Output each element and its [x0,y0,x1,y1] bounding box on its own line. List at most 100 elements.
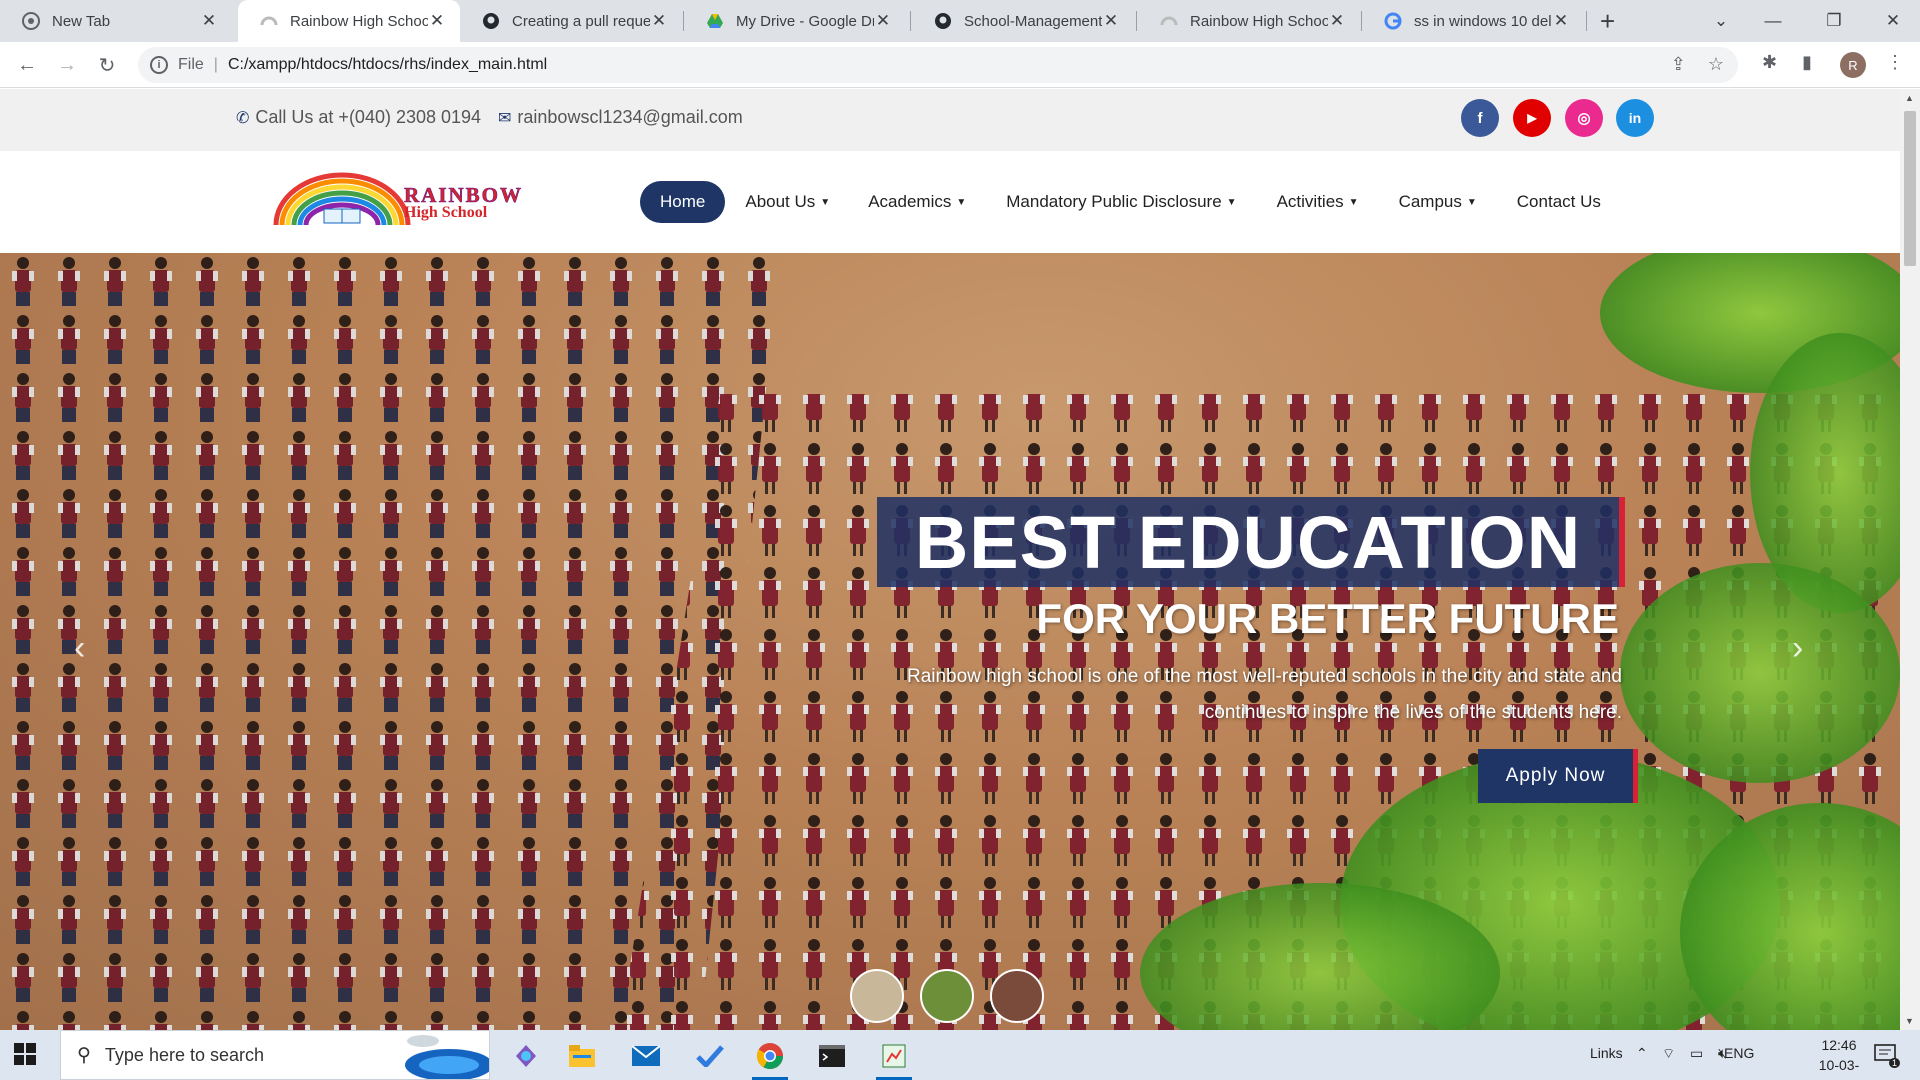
github-icon [482,12,500,30]
todo-icon[interactable] [688,1038,732,1074]
back-icon[interactable]: ← [12,50,42,80]
side-panel-icon[interactable]: ▮ [1802,52,1812,73]
extensions-icon[interactable]: ✱ [1762,52,1777,73]
minimize-button[interactable]: — [1742,0,1804,42]
tab-title: Rainbow High School [290,12,428,30]
scroll-down-icon[interactable]: ▼ [1905,1016,1914,1026]
menu-label: Academics [868,192,952,211]
search-highlight-image [405,1035,489,1079]
close-tab-icon[interactable]: ✕ [874,11,892,31]
phone-icon: ✆ [236,109,250,127]
envelope-icon: ✉ [498,109,512,127]
language-indicator[interactable]: ENG [1724,1045,1754,1061]
menu-academics[interactable]: Academics ▼ [850,181,986,223]
mail-icon[interactable] [624,1038,668,1074]
forward-icon[interactable]: → [52,50,82,80]
menu-activities[interactable]: Activities ▼ [1257,181,1379,223]
browser-tab[interactable]: New Tab ✕ [0,0,232,42]
menu-about-us[interactable]: About Us ▼ [725,181,850,223]
address-bar[interactable]: i File | C:/xampp/htdocs/htdocs/rhs/inde… [138,47,1738,83]
chevron-down-icon: ▼ [956,196,967,208]
taskbar-clock[interactable]: 12:46 10-03-2023 [1812,1035,1866,1080]
phone-text: Call Us at +(040) 2308 0194 [255,107,482,127]
github-icon [934,12,952,30]
youtube-icon[interactable]: ▶ [1513,99,1551,137]
menu-public-disclosure[interactable]: Mandatory Public Disclosure ▼ [986,181,1256,223]
chevron-down-icon: ▼ [1226,196,1237,208]
scroll-up-icon[interactable]: ▲ [1905,93,1914,103]
xampp-icon[interactable] [872,1038,916,1080]
omnibox-actions: ⇪ ☆ [1671,54,1724,75]
close-tab-icon[interactable]: ✕ [1102,11,1120,31]
windows-start-icon[interactable] [14,1043,36,1070]
copilot-icon[interactable] [504,1038,548,1074]
menu-campus[interactable]: Campus ▼ [1379,181,1497,223]
notification-center-icon[interactable]: 1 [1874,1044,1900,1068]
close-tab-icon[interactable]: ✕ [650,11,668,31]
bookmark-star-icon[interactable]: ☆ [1708,54,1724,75]
search-icon: ⚲ [77,1044,91,1066]
menu-kebab-icon[interactable]: ⋮ [1886,52,1904,73]
tab-title: School-Management [964,12,1102,30]
tray-overflow-icon[interactable]: ⌃ [1636,1045,1648,1062]
menu-label: Contact Us [1516,192,1601,211]
google-drive-icon [706,12,724,30]
search-placeholder: Type here to search [104,1044,265,1065]
close-tab-icon[interactable]: ✕ [200,11,218,31]
tab-title: ss in windows 10 dell [1414,12,1552,30]
browser-tab[interactable]: My Drive - Google Drive ✕ [684,0,906,42]
browser-tab-active[interactable]: Rainbow High School ✕ [238,0,460,42]
browser-tab[interactable]: School-Management ✕ [912,0,1134,42]
menu-label: About Us [745,192,816,211]
file-explorer-icon[interactable] [560,1038,604,1074]
browser-tab[interactable]: Rainbow High School ✕ [1138,0,1360,42]
menu-label: Mandatory Public Disclosure [1006,192,1222,211]
url-scheme: File [178,56,204,73]
menu-home[interactable]: Home [640,181,726,223]
tab-title: My Drive - Google Drive [736,12,874,30]
chevron-down-icon: ▼ [1348,196,1359,208]
phone-contact[interactable]: ✆ Call Us at +(040) 2308 0194 [236,107,481,128]
apply-now-button[interactable]: Apply Now [1478,749,1638,803]
page-scrollbar[interactable]: ▲ ▼ [1900,89,1920,1030]
menu-contact-us[interactable]: Contact Us [1497,181,1621,223]
restore-button[interactable]: ❐ [1803,0,1865,42]
carousel-next-icon[interactable]: › [1792,629,1803,668]
taskbar-search-box[interactable]: ⚲ Type here to search [60,1030,490,1080]
url-divider: | [213,56,218,73]
tab-title: Creating a pull request [512,12,650,30]
scrollbar-thumb[interactable] [1904,111,1916,266]
hero-description-line: Rainbow high school is one of the most w… [906,666,1622,687]
close-tab-icon[interactable]: ✕ [428,11,446,31]
wifi-icon[interactable]: ⌔ [1662,1045,1675,1063]
info-icon[interactable]: i [150,56,168,74]
site-navbar: RAINBOW High School Home About Us ▼ Acad… [0,151,1900,253]
share-icon[interactable]: ⇪ [1671,54,1686,75]
hero-slider: ‹ › BEST EDUCATION FOR YOUR BETTER FUTUR… [0,253,1900,1030]
tab-separator [1586,11,1587,31]
browser-tab[interactable]: Creating a pull request ✕ [460,0,682,42]
carousel-prev-icon[interactable]: ‹ [74,629,85,668]
chrome-taskbar-icon[interactable] [748,1038,792,1080]
contact-topbar: ✆ Call Us at +(040) 2308 0194 ✉ rainbows… [0,89,1900,151]
facebook-icon[interactable]: f [1461,99,1499,137]
terminal-icon[interactable] [810,1038,854,1074]
url-text[interactable]: C:/xampp/htdocs/htdocs/rhs/index_main.ht… [228,56,547,74]
instagram-icon[interactable]: ◎ [1565,99,1603,137]
chevron-down-icon: ▼ [1466,196,1477,208]
close-tab-icon[interactable]: ✕ [1552,11,1570,31]
reload-icon[interactable]: ↻ [92,50,122,80]
chrome-icon [22,12,40,30]
profile-avatar[interactable]: R [1840,52,1866,78]
tab-title: New Tab [52,12,111,30]
tray-links-label[interactable]: Links [1590,1045,1623,1061]
clock-date: 10-03-2023 [1818,1057,1860,1080]
battery-icon[interactable]: ▭ [1690,1045,1703,1062]
new-tab-button[interactable]: + [1600,6,1615,37]
linkedin-icon[interactable]: in [1616,99,1654,137]
close-tab-icon[interactable]: ✕ [1328,11,1346,31]
email-contact[interactable]: ✉ rainbowscl1234@gmail.com [498,107,743,128]
logo-subtitle: High School [404,204,488,221]
close-window-button[interactable]: ✕ [1862,0,1920,42]
browser-tab[interactable]: ss in windows 10 dell ✕ [1362,0,1584,42]
